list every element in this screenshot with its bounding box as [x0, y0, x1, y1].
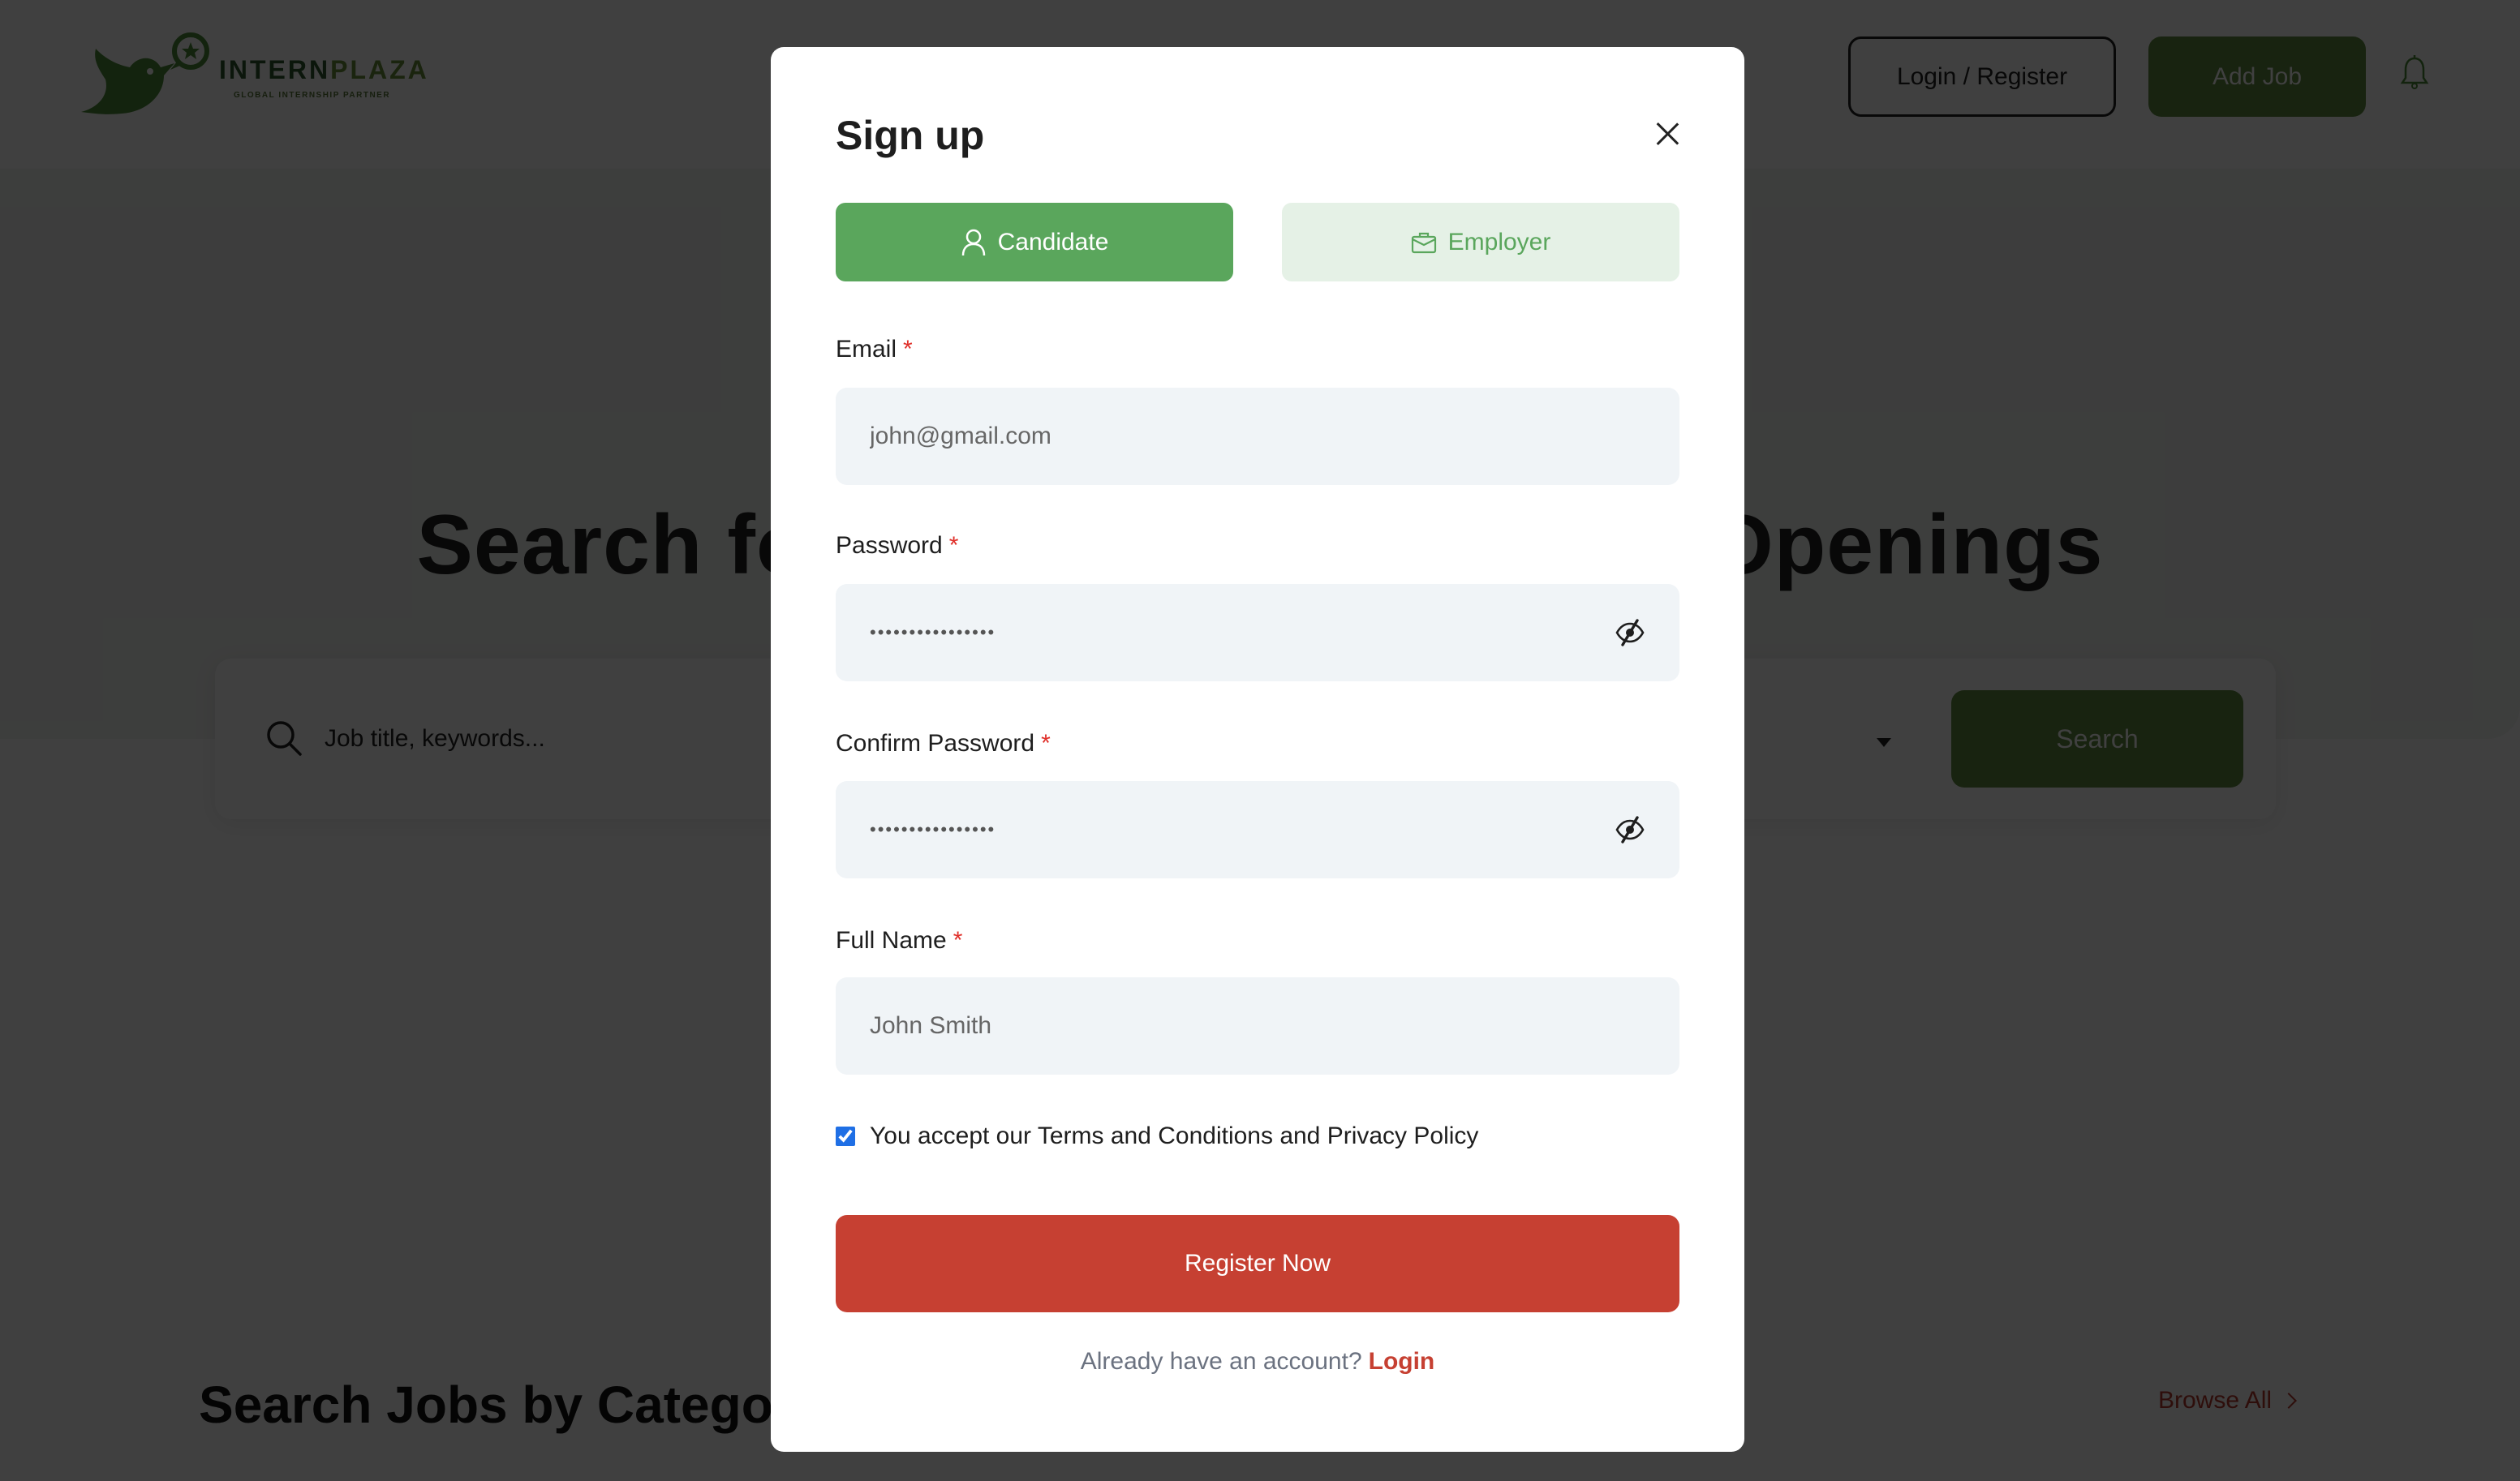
full-name-field[interactable]	[836, 977, 1679, 1075]
required-asterisk: *	[953, 927, 963, 954]
full-name-label: Full Name *	[836, 927, 962, 955]
tab-candidate[interactable]: Candidate	[836, 203, 1233, 281]
required-asterisk: *	[903, 336, 913, 363]
confirm-password-label: Confirm Password *	[836, 730, 1051, 758]
briefcase-icon	[1411, 232, 1436, 253]
email-field-wrapper	[836, 388, 1679, 485]
modal-title: Sign up	[836, 113, 985, 158]
confirm-password-field-wrapper	[836, 781, 1679, 878]
eye-off-icon[interactable]	[1615, 618, 1645, 647]
full-name-field-wrapper	[836, 977, 1679, 1075]
full-name-label-text: Full Name	[836, 927, 947, 954]
terms-checkbox[interactable]	[836, 1127, 855, 1146]
password-label: Password *	[836, 532, 958, 560]
signup-modal: Sign up Candidate Employer Email* Passwo…	[771, 47, 1744, 1452]
confirm-password-label-text: Confirm Password	[836, 730, 1035, 757]
password-field[interactable]	[836, 584, 1679, 681]
register-now-button[interactable]: Register Now	[836, 1215, 1679, 1312]
password-label-text: Password	[836, 532, 943, 559]
login-link[interactable]: Login	[1369, 1348, 1435, 1375]
email-label: Email *	[836, 336, 913, 363]
login-prompt: Already have an account? Login	[771, 1348, 1744, 1376]
tab-employer[interactable]: Employer	[1282, 203, 1679, 281]
required-asterisk: *	[1041, 730, 1051, 757]
confirm-password-field[interactable]	[836, 781, 1679, 878]
tab-employer-label: Employer	[1447, 228, 1551, 255]
email-label-text: Email	[836, 336, 897, 363]
required-asterisk: *	[948, 532, 959, 559]
close-icon[interactable]	[1651, 118, 1684, 150]
password-field-wrapper	[836, 584, 1679, 681]
tab-candidate-label: Candidate	[997, 228, 1109, 255]
already-have-account-text: Already have an account?	[1080, 1348, 1362, 1375]
terms-row[interactable]: You accept our Terms and Conditions and …	[836, 1123, 1478, 1150]
user-icon	[961, 229, 985, 255]
terms-label: You accept our Terms and Conditions and …	[870, 1123, 1479, 1149]
email-field[interactable]	[836, 388, 1679, 485]
eye-off-icon[interactable]	[1615, 815, 1645, 844]
